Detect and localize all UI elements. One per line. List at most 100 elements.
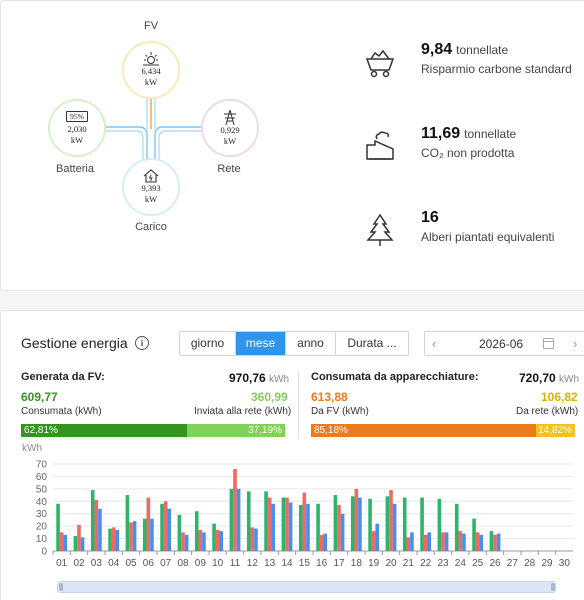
bar-06-s1 — [146, 497, 151, 551]
x-tick-label: 11 — [230, 558, 241, 569]
stat-co2-unit: tonnellate — [464, 127, 517, 141]
bar-18-s2 — [358, 497, 362, 551]
bar-24-s2 — [462, 533, 466, 551]
bar-23-s2 — [444, 532, 449, 551]
bar-13-s2 — [271, 503, 276, 551]
x-tick-label: 22 — [420, 558, 432, 569]
stat-trees-desc: Alberi piantati equivalenti — [421, 230, 555, 244]
next-arrow-icon[interactable]: › — [573, 336, 577, 351]
bar-17-s1 — [337, 505, 341, 551]
generated-consumed-value: 609,77 — [21, 390, 58, 404]
bar-sent-segment: 37,19% — [186, 424, 285, 437]
scrollbar-handle-left[interactable] — [59, 583, 63, 591]
monthly-energy-chart: 01020304050607001 02 03 04 05 06 07 08 09 10 11 12 1… — [36, 460, 573, 569]
flow-lines — [105, 97, 204, 161]
tab-mese[interactable]: mese — [236, 332, 286, 355]
consumed-grid-label: Da rete (kWh) — [516, 406, 579, 417]
bar-07-s2 — [167, 508, 172, 551]
bar-15-s2 — [306, 503, 310, 551]
bar-08-s2 — [184, 534, 189, 551]
x-tick-label: 30 — [559, 558, 571, 569]
tab-durata[interactable]: Durata ... — [336, 332, 408, 355]
x-tick-label: 24 — [455, 558, 467, 569]
y-tick-label: 30 — [36, 509, 48, 520]
bar-26-s1 — [493, 534, 497, 551]
prev-arrow-icon[interactable]: ‹ — [432, 336, 436, 351]
battery-unit: kW — [70, 134, 84, 145]
battery-node[interactable]: 95% 2,030 kW — [50, 101, 104, 155]
x-tick-label: 08 — [177, 558, 189, 569]
x-tick-label: 03 — [91, 558, 103, 569]
bar-10-s1 — [215, 529, 220, 551]
energy-title: Gestione energia — [21, 335, 128, 351]
x-tick-label: 15 — [299, 558, 311, 569]
power-tower-icon — [224, 109, 236, 125]
calendar-icon[interactable] — [543, 338, 554, 349]
bar-21-s0 — [402, 497, 407, 551]
bar-23-s1 — [441, 532, 445, 551]
bar-21-s2 — [410, 532, 414, 551]
bar-pv-segment: 85,18% — [311, 424, 536, 437]
period-selector: giorno mese anno Durata ... — [179, 331, 409, 356]
grid-label: Rete — [217, 163, 241, 175]
battery-label: Batteria — [56, 163, 94, 175]
tab-anno[interactable]: anno — [286, 332, 336, 355]
bar-08-s0 — [177, 514, 182, 551]
scrollbar-handle-right[interactable] — [551, 583, 555, 591]
bar-17-s2 — [340, 513, 345, 551]
x-tick-label: 27 — [507, 558, 519, 569]
y-tick-label: 40 — [36, 497, 48, 508]
bar-18-s0 — [350, 496, 355, 551]
x-tick-label: 05 — [125, 558, 137, 569]
bar-16-s1 — [319, 534, 324, 551]
fv-node[interactable]: 6,434 kW — [124, 43, 178, 97]
consumed-ratio-bar: 85,18% 14,82% — [311, 424, 575, 437]
bar-08-s1 — [181, 532, 185, 551]
bar-23-s0 — [437, 498, 442, 551]
x-tick-label: 13 — [264, 558, 276, 569]
bar-14-s1 — [285, 497, 289, 551]
bar-04-s2 — [115, 529, 120, 551]
bar-13-s1 — [267, 497, 272, 551]
info-icon[interactable]: i — [135, 336, 149, 350]
bar-02-s1 — [77, 524, 81, 551]
x-tick-label: 19 — [368, 558, 380, 569]
date-value: 2026-06 — [479, 337, 524, 351]
bar-25-s0 — [472, 518, 476, 551]
chart-scrollbar[interactable] — [57, 581, 556, 593]
bar-16-s0 — [316, 503, 320, 551]
factory-icon — [366, 131, 394, 160]
bar-grid-segment: 14,82% — [535, 424, 575, 437]
bar-21-s1 — [406, 537, 411, 551]
consumed-pv-value: 613,88 — [311, 390, 348, 404]
generated-ratio-bar: 62,81% 37,19% — [21, 424, 285, 437]
consumed-label: Consumata da apparecchiature: — [311, 371, 479, 383]
bar-01-s0 — [56, 503, 60, 551]
x-tick-label: 26 — [489, 558, 501, 569]
stat-trees-value: 16 — [421, 209, 439, 226]
grid-node[interactable]: 0,929 kW — [203, 101, 257, 155]
x-tick-label: 09 — [195, 558, 207, 569]
bar-09-s0 — [194, 511, 199, 551]
x-tick-label: 06 — [143, 558, 155, 569]
tree-icon — [366, 213, 394, 246]
bar-01-s2 — [63, 534, 68, 551]
x-tick-label: 21 — [403, 558, 415, 569]
x-tick-label: 29 — [541, 558, 553, 569]
bar-06-s2 — [150, 518, 154, 551]
stat-coal-desc: Risparmio carbone standard — [421, 62, 572, 76]
date-picker[interactable]: ‹ 2026-06 › — [424, 331, 584, 356]
y-tick-label: 50 — [36, 484, 48, 495]
bar-19-s2 — [375, 523, 380, 551]
y-tick-label: 10 — [36, 534, 48, 545]
scrollbar-thumb[interactable] — [58, 582, 555, 592]
bar-20-s1 — [389, 490, 393, 551]
bar-24-s0 — [454, 503, 459, 551]
load-node[interactable]: 9,393 kW — [124, 160, 178, 214]
grid-unit: kW — [223, 135, 237, 146]
bar-02-s0 — [73, 536, 78, 551]
bar-14-s2 — [288, 502, 293, 551]
stat-coal-value: 9,84 — [421, 41, 453, 58]
battery-icon: 95% — [66, 110, 88, 122]
tab-giorno[interactable]: giorno — [180, 332, 236, 355]
